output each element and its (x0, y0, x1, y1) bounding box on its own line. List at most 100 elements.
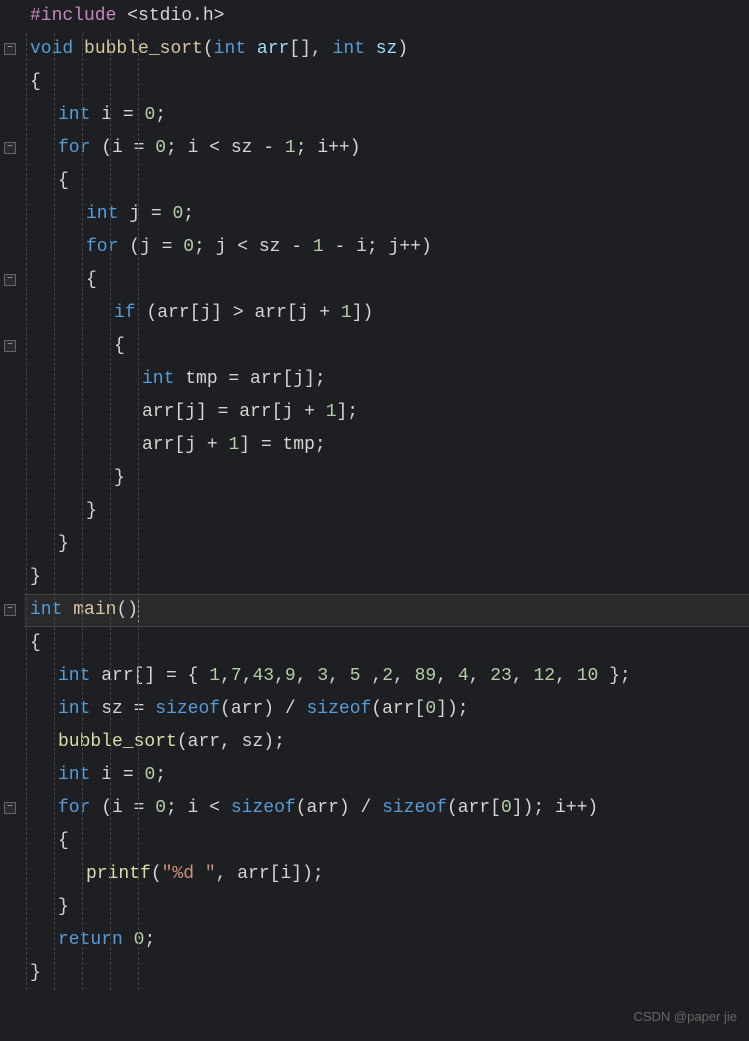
code-line[interactable]: return 0; (24, 924, 749, 957)
code-token: ]; (337, 396, 359, 429)
code-token: int (30, 594, 62, 627)
code-token: 1 (313, 231, 324, 264)
code-token: ); (263, 726, 285, 759)
code-line[interactable]: int i = 0; (24, 99, 749, 132)
code-token: , (436, 660, 458, 693)
code-line[interactable]: } (24, 495, 749, 528)
fold-toggle-icon[interactable]: − (4, 340, 16, 352)
code-token: ]); (512, 792, 555, 825)
code-line[interactable]: int tmp = arr[j]; (24, 363, 749, 396)
indent-guide (110, 33, 111, 990)
code-token: , (296, 660, 318, 693)
code-line[interactable]: for (i = 0; i < sizeof(arr) / sizeof(arr… (24, 792, 749, 825)
code-token: arr (254, 297, 286, 330)
code-token: ( (90, 792, 112, 825)
code-token: sizeof (382, 792, 447, 825)
code-line[interactable]: { (24, 825, 749, 858)
code-token: i (555, 792, 566, 825)
code-token: }; (598, 660, 630, 693)
indent-guide (138, 33, 139, 990)
code-token: int (142, 363, 174, 396)
code-line[interactable]: int j = 0; (24, 198, 749, 231)
code-token: - (324, 231, 356, 264)
code-token (246, 33, 257, 66)
code-line[interactable]: { (24, 330, 749, 363)
code-line[interactable]: int sz = sizeof(arr) / sizeof(arr[0]); (24, 693, 749, 726)
code-line[interactable]: int i = 0; (24, 759, 749, 792)
code-token: - (252, 132, 284, 165)
code-line[interactable]: { (24, 627, 749, 660)
code-token: { (58, 825, 69, 858)
code-line[interactable]: } (24, 891, 749, 924)
code-line[interactable]: void bubble_sort(int arr[], int sz) (24, 33, 749, 66)
code-line[interactable]: int main() (24, 594, 749, 627)
code-token: [ (174, 396, 185, 429)
fold-toggle-icon[interactable]: − (4, 604, 16, 616)
fold-toggle-icon[interactable]: − (4, 274, 16, 286)
code-line[interactable]: arr[j] = arr[j + 1]; (24, 396, 749, 429)
code-line[interactable]: } (24, 462, 749, 495)
code-line[interactable]: { (24, 264, 749, 297)
code-token: 0 (144, 759, 155, 792)
code-token: sz (101, 693, 123, 726)
code-line[interactable]: } (24, 561, 749, 594)
code-token: } (114, 462, 125, 495)
code-token: { (30, 66, 41, 99)
code-token: } (58, 891, 69, 924)
indent-guide (54, 33, 55, 990)
code-token: = (112, 99, 144, 132)
code-token: sz (259, 231, 281, 264)
code-area[interactable]: #include <stdio.h>void bubble_sort(int a… (20, 0, 749, 1041)
code-token: for (58, 132, 90, 165)
code-token: 0 (155, 792, 166, 825)
code-line[interactable]: for (j = 0; j < sz - 1 - i; j++) (24, 231, 749, 264)
code-token: ]) (352, 297, 374, 330)
code-line[interactable]: int arr[] = { 1,7,43,9, 3, 5 ,2, 89, 4, … (24, 660, 749, 693)
code-token: , (274, 660, 285, 693)
code-line[interactable]: bubble_sort(arr, sz); (24, 726, 749, 759)
code-token: () (116, 594, 138, 627)
code-token: arr (239, 396, 271, 429)
watermark: CSDN @paper jie (633, 1000, 737, 1033)
fold-toggle-icon[interactable]: − (4, 43, 16, 55)
code-line[interactable]: #include <stdio.h> (24, 0, 749, 33)
code-token: , (469, 660, 491, 693)
code-token: } (30, 957, 41, 990)
code-token: = (123, 792, 155, 825)
code-token: ++) (399, 231, 431, 264)
code-token: bubble_sort (84, 33, 203, 66)
code-token: ] > (211, 297, 254, 330)
code-line[interactable]: } (24, 528, 749, 561)
code-token: [ (190, 297, 201, 330)
code-token: 0 (501, 792, 512, 825)
code-token: ; (155, 759, 166, 792)
fold-toggle-icon[interactable]: − (4, 802, 16, 814)
code-line[interactable]: } (24, 957, 749, 990)
fold-toggle-icon[interactable]: − (4, 142, 16, 154)
code-token: [ (272, 396, 283, 429)
code-token (62, 594, 73, 627)
code-token: arr (382, 693, 414, 726)
code-line[interactable]: for (i = 0; i < sz - 1; i++) (24, 132, 749, 165)
code-token: "%d " (162, 858, 216, 891)
code-token: ; (155, 99, 166, 132)
code-token: 5 (350, 660, 361, 693)
code-line[interactable]: arr[j + 1] = tmp; (24, 429, 749, 462)
code-line[interactable]: { (24, 165, 749, 198)
code-token: 7 (231, 660, 242, 693)
code-token: for (86, 231, 118, 264)
code-token: { (58, 165, 69, 198)
code-line[interactable]: if (arr[j] > arr[j + 1]) (24, 297, 749, 330)
code-token: { (30, 627, 41, 660)
code-line[interactable]: { (24, 66, 749, 99)
code-line[interactable]: printf("%d ", arr[i]); (24, 858, 749, 891)
code-token: j (185, 396, 196, 429)
code-token: <stdio.h> (127, 0, 224, 33)
code-token: 1 (209, 660, 220, 693)
code-token: + (196, 429, 228, 462)
code-token: sizeof (155, 693, 220, 726)
code-token: [ (174, 429, 185, 462)
code-token: 0 (134, 924, 145, 957)
code-editor[interactable]: − − − − − − #include <stdio.h>void bubble_sor… (0, 0, 749, 1041)
code-token: } (86, 495, 97, 528)
